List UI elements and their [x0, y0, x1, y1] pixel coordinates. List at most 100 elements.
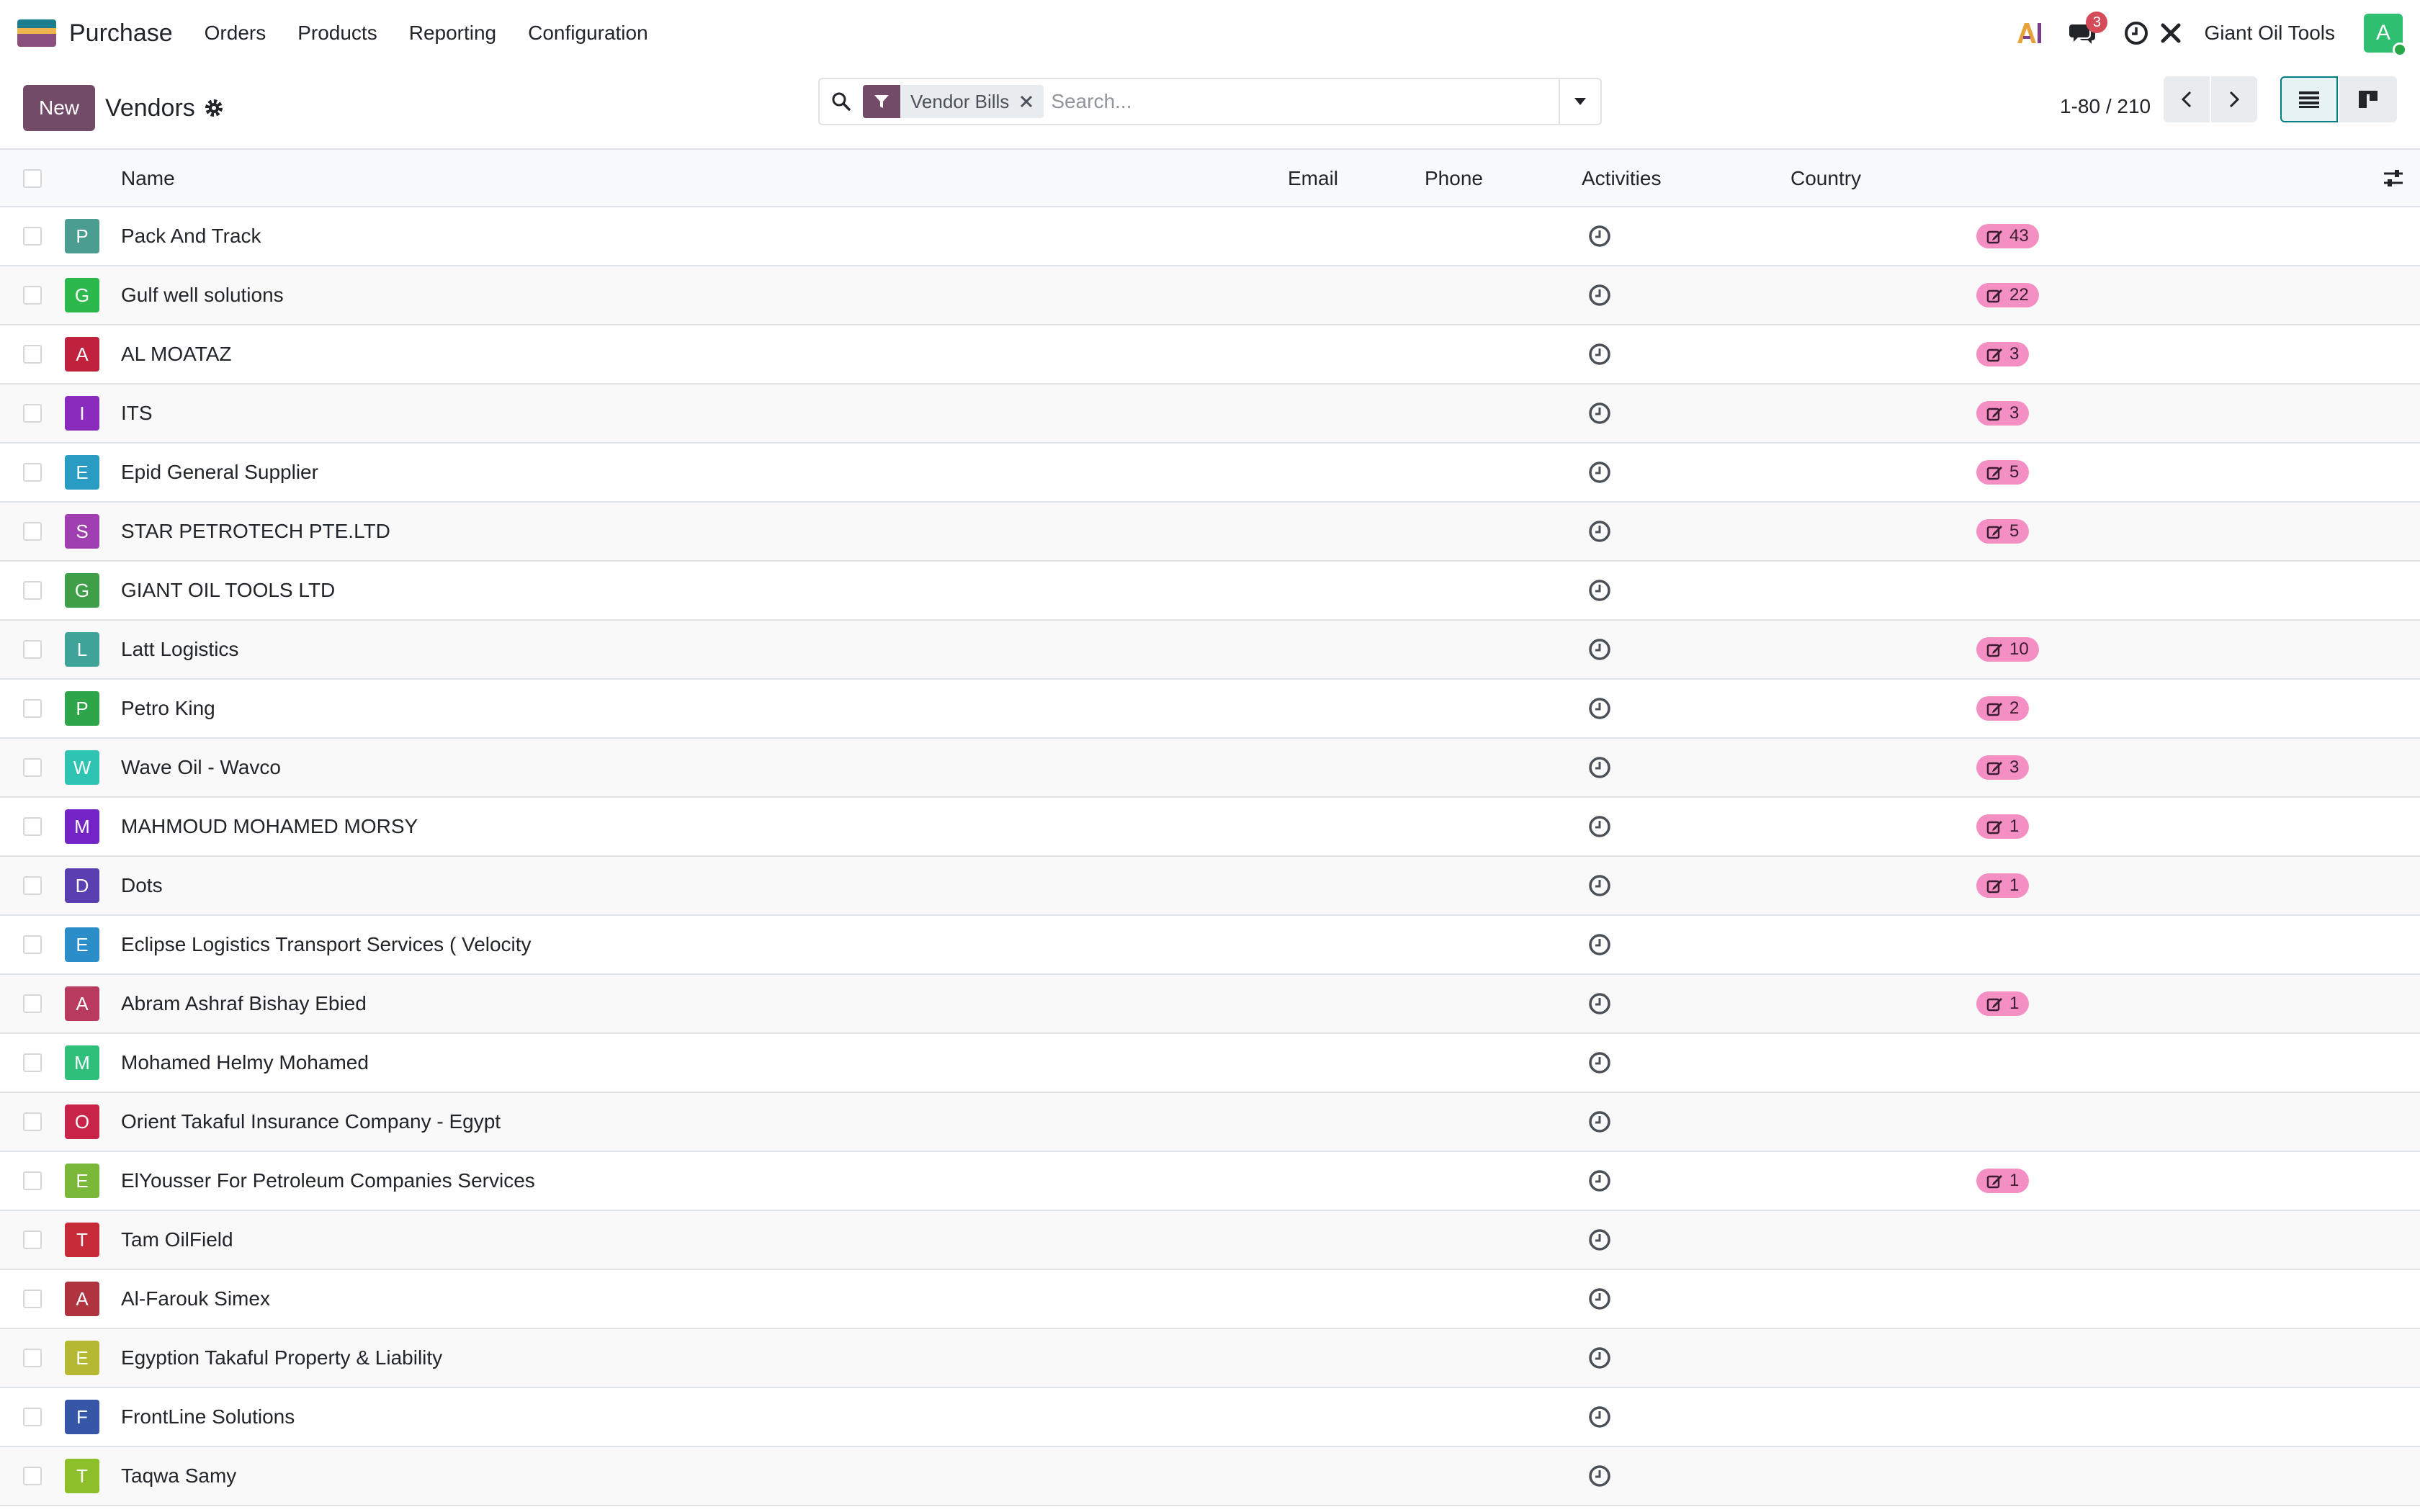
menu-reporting[interactable]: Reporting: [409, 22, 496, 45]
row-checkbox[interactable]: [23, 404, 42, 423]
gear-icon[interactable]: [204, 98, 224, 118]
table-row[interactable]: G Gulf well solutions 22: [0, 266, 2420, 325]
column-header-phone[interactable]: Phone: [1425, 150, 1483, 207]
activity-clock-icon[interactable]: [1587, 1110, 1612, 1134]
table-row[interactable]: A Al-Farouk Simex: [0, 1270, 2420, 1329]
user-avatar[interactable]: A: [2364, 14, 2407, 57]
vendor-bill-count-badge[interactable]: 1: [1976, 873, 2030, 898]
row-checkbox[interactable]: [23, 286, 42, 305]
activity-clock-icon[interactable]: [2120, 17, 2152, 49]
vendor-name[interactable]: Petro King: [121, 680, 215, 737]
vendor-name[interactable]: AL MOATAZ: [121, 325, 232, 383]
vendor-name[interactable]: ElYousser For Petroleum Companies Servic…: [121, 1152, 535, 1210]
activity-clock-icon[interactable]: [1587, 224, 1612, 248]
row-checkbox[interactable]: [23, 876, 42, 895]
table-row[interactable]: W Wave Oil - Wavco 3: [0, 739, 2420, 798]
menu-products[interactable]: Products: [297, 22, 377, 45]
row-checkbox[interactable]: [23, 1053, 42, 1072]
table-row[interactable]: S STAR PETROTECH PTE.LTD 5: [0, 503, 2420, 562]
table-row[interactable]: M Mohamed Helmy Mohamed: [0, 1034, 2420, 1093]
table-row[interactable]: O Orient Takaful Insurance Company - Egy…: [0, 1093, 2420, 1152]
vendor-name[interactable]: STAR PETROTECH PTE.LTD: [121, 503, 390, 560]
vendor-name[interactable]: Mohamed Helmy Mohamed: [121, 1034, 369, 1092]
vendor-name[interactable]: Dots: [121, 857, 163, 914]
table-row[interactable]: P Petro King 2: [0, 680, 2420, 739]
activity-clock-icon[interactable]: [1587, 460, 1612, 485]
row-checkbox[interactable]: [23, 1171, 42, 1190]
column-header-name[interactable]: Name: [121, 150, 175, 207]
row-checkbox[interactable]: [23, 1290, 42, 1308]
table-row[interactable]: E ElYousser For Petroleum Companies Serv…: [0, 1152, 2420, 1211]
vendor-bill-count-badge[interactable]: 3: [1976, 401, 2030, 426]
vendor-name[interactable]: ITS: [121, 384, 153, 442]
vendor-bill-count-badge[interactable]: 2: [1976, 696, 2030, 721]
activity-clock-icon[interactable]: [1587, 283, 1612, 307]
column-header-country[interactable]: Country: [1791, 150, 1861, 207]
app-name[interactable]: Purchase: [69, 19, 173, 48]
vendor-bill-count-badge[interactable]: 3: [1976, 755, 2030, 780]
table-row[interactable]: T Taqwa Samy: [0, 1447, 2420, 1506]
activity-clock-icon[interactable]: [1587, 342, 1612, 366]
row-checkbox[interactable]: [23, 935, 42, 954]
table-row[interactable]: F FrontLine Solutions: [0, 1388, 2420, 1447]
column-header-email[interactable]: Email: [1288, 150, 1338, 207]
row-checkbox[interactable]: [23, 1230, 42, 1249]
vendor-name[interactable]: Taqwa Samy: [121, 1447, 236, 1505]
vendor-bill-count-badge[interactable]: 1: [1976, 814, 2030, 839]
row-checkbox[interactable]: [23, 817, 42, 836]
row-checkbox[interactable]: [23, 345, 42, 364]
vendor-bill-count-badge[interactable]: 3: [1976, 342, 2030, 366]
activity-clock-icon[interactable]: [1587, 991, 1612, 1016]
table-row[interactable]: E Epid General Supplier 5: [0, 444, 2420, 503]
row-checkbox[interactable]: [23, 1467, 42, 1485]
messages-icon[interactable]: 3: [2067, 12, 2108, 49]
activity-clock-icon[interactable]: [1587, 1169, 1612, 1193]
row-checkbox[interactable]: [23, 699, 42, 718]
row-checkbox[interactable]: [23, 758, 42, 777]
row-checkbox[interactable]: [23, 227, 42, 246]
table-row[interactable]: G GIANT OIL TOOLS LTD: [0, 562, 2420, 621]
activity-clock-icon[interactable]: [1587, 578, 1612, 603]
debug-tools-icon[interactable]: [2155, 17, 2187, 49]
activity-clock-icon[interactable]: [1587, 1405, 1612, 1429]
activity-clock-icon[interactable]: [1587, 1346, 1612, 1370]
table-row[interactable]: P Pack And Track 43: [0, 207, 2420, 266]
activity-clock-icon[interactable]: [1587, 814, 1612, 839]
vendor-bill-count-badge[interactable]: 10: [1976, 637, 2039, 662]
row-checkbox[interactable]: [23, 640, 42, 659]
vendor-name[interactable]: Gulf well solutions: [121, 266, 284, 324]
vendor-name[interactable]: Orient Takaful Insurance Company - Egypt: [121, 1093, 501, 1151]
vendor-name[interactable]: FrontLine Solutions: [121, 1388, 295, 1446]
activity-clock-icon[interactable]: [1587, 1050, 1612, 1075]
search-options-toggle[interactable]: [1559, 79, 1600, 124]
table-row[interactable]: D Dots 1: [0, 857, 2420, 916]
row-checkbox[interactable]: [23, 1408, 42, 1426]
list-view-button[interactable]: [2280, 76, 2338, 122]
activity-clock-icon[interactable]: [1587, 1287, 1612, 1311]
row-checkbox[interactable]: [23, 463, 42, 482]
search-icon[interactable]: [820, 91, 863, 112]
vendor-bill-count-badge[interactable]: 1: [1976, 991, 2030, 1016]
row-checkbox[interactable]: [23, 1112, 42, 1131]
vendor-name[interactable]: Epid General Supplier: [121, 444, 318, 501]
table-row[interactable]: I ITS 3: [0, 384, 2420, 444]
vendor-name[interactable]: Latt Logistics: [121, 621, 238, 678]
row-checkbox[interactable]: [23, 581, 42, 600]
pager-previous-button[interactable]: [2164, 76, 2210, 122]
vendor-bill-count-badge[interactable]: 5: [1976, 460, 2030, 485]
table-row[interactable]: A AL MOATAZ 3: [0, 325, 2420, 384]
activity-clock-icon[interactable]: [1587, 1228, 1612, 1252]
activity-clock-icon[interactable]: [1587, 1464, 1612, 1488]
optional-columns-toggle-icon[interactable]: [2383, 150, 2404, 207]
row-checkbox[interactable]: [23, 994, 42, 1013]
vendor-bill-count-badge[interactable]: 43: [1976, 224, 2039, 248]
table-row[interactable]: A Abram Ashraf Bishay Ebied 1: [0, 975, 2420, 1034]
row-checkbox[interactable]: [23, 1349, 42, 1367]
app-logo-icon[interactable]: [17, 19, 56, 47]
search-input[interactable]: [1051, 90, 1559, 113]
table-row[interactable]: T Tam OilField: [0, 1211, 2420, 1270]
kanban-view-button[interactable]: [2339, 76, 2397, 122]
vendor-name[interactable]: Egyption Takaful Property & Liability: [121, 1329, 442, 1387]
vendor-bill-count-badge[interactable]: 5: [1976, 519, 2030, 544]
table-row[interactable]: E Egyption Takaful Property & Liability: [0, 1329, 2420, 1388]
